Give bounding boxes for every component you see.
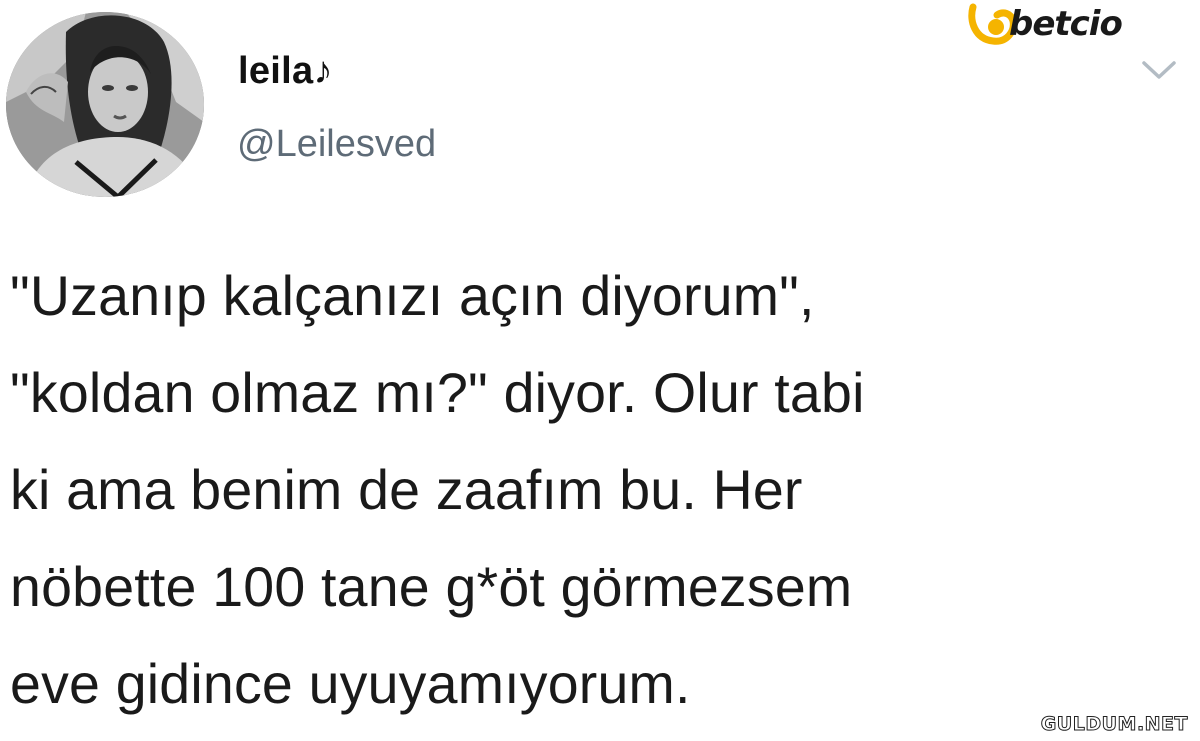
brand-logo: betcio bbox=[965, 2, 1197, 46]
avatar-photo bbox=[6, 12, 204, 197]
tweet-text: "Uzanıp kalçanızı açın diyorum", "koldan… bbox=[10, 248, 1190, 733]
tweet-line: "Uzanıp kalçanızı açın diyorum", bbox=[10, 265, 815, 327]
tweet-line: eve gidince uyuyamıyorum. bbox=[10, 653, 691, 715]
tweet-line: nöbette 100 tane g*öt görmezsem bbox=[10, 556, 853, 618]
brand-logo-text: betcio bbox=[1009, 4, 1123, 44]
watermark: GULDUM.NET bbox=[1040, 713, 1188, 735]
user-handle[interactable]: @Leilesved bbox=[237, 125, 436, 163]
display-name[interactable]: leila♪ bbox=[238, 52, 333, 90]
chevron-down-icon[interactable] bbox=[1140, 55, 1178, 83]
tweet-line: "koldan olmaz mı?" diyor. Olur tabi bbox=[10, 362, 865, 424]
tweet-card: leila♪ @Leilesved betcio "Uzanıp kalçanı… bbox=[0, 0, 1200, 741]
avatar[interactable] bbox=[6, 12, 204, 197]
tweet-line: ki ama benim de zaafım bu. Her bbox=[10, 459, 803, 521]
